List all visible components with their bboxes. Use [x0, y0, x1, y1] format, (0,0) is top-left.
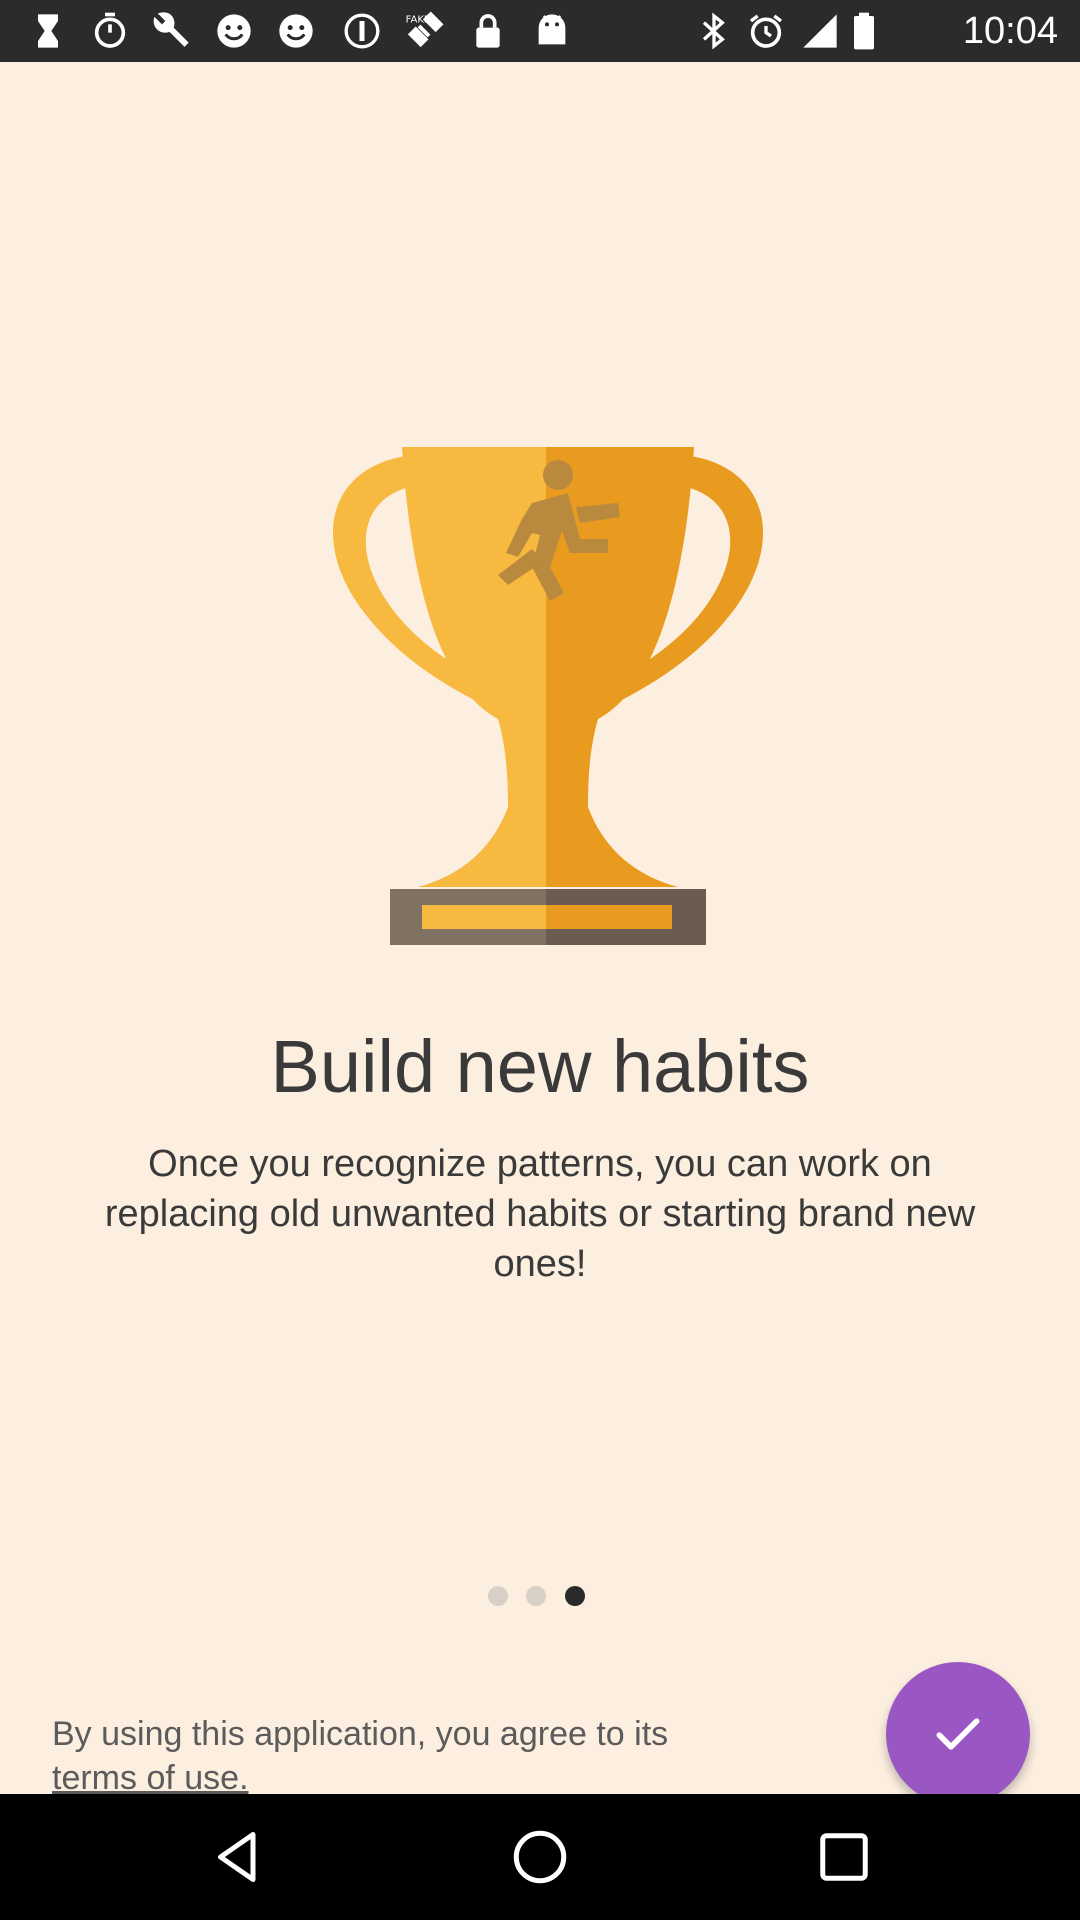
terms-notice: By using this application, you agree to …: [52, 1712, 752, 1800]
android-icon: [538, 14, 566, 45]
status-bar: FAKE 10:04: [0, 0, 1080, 62]
page-dot-2[interactable]: [526, 1586, 547, 1606]
hourglass-icon: [38, 14, 58, 48]
page-dot-3-active[interactable]: [564, 1586, 585, 1606]
info-icon: [344, 13, 380, 49]
alarm-icon: [750, 14, 782, 48]
onboarding-page: Build new habits Once you recognize patt…: [0, 62, 1080, 1806]
page-dot-1[interactable]: [488, 1586, 508, 1606]
page-title: Build new habits: [270, 1025, 810, 1108]
signal-icon: [803, 14, 837, 48]
navigation-bar: [0, 1794, 1080, 1920]
recents-icon[interactable]: [814, 1827, 874, 1887]
back-icon[interactable]: [208, 1827, 268, 1887]
wrench-icon: [153, 12, 189, 47]
trophy-icon: [332, 447, 764, 945]
lock-icon: [476, 14, 500, 48]
bluetooth-icon: [702, 12, 725, 50]
battery-icon: [854, 12, 874, 50]
smiley-icon: [217, 14, 251, 48]
stopwatch-icon: [94, 12, 126, 48]
home-icon[interactable]: [510, 1827, 570, 1887]
confirm-button[interactable]: [886, 1662, 1030, 1806]
fake-gps-icon: FAKE: [406, 11, 444, 48]
page-indicator: [488, 1586, 599, 1608]
terms-text: By using this application, you agree to …: [52, 1715, 669, 1753]
svg-text:FAKE: FAKE: [406, 15, 431, 26]
smiley-icon: [279, 14, 313, 48]
page-description: Once you recognize patterns, you can wor…: [104, 1143, 976, 1285]
check-icon: [936, 1718, 980, 1750]
status-time: 10:04: [962, 10, 1058, 52]
